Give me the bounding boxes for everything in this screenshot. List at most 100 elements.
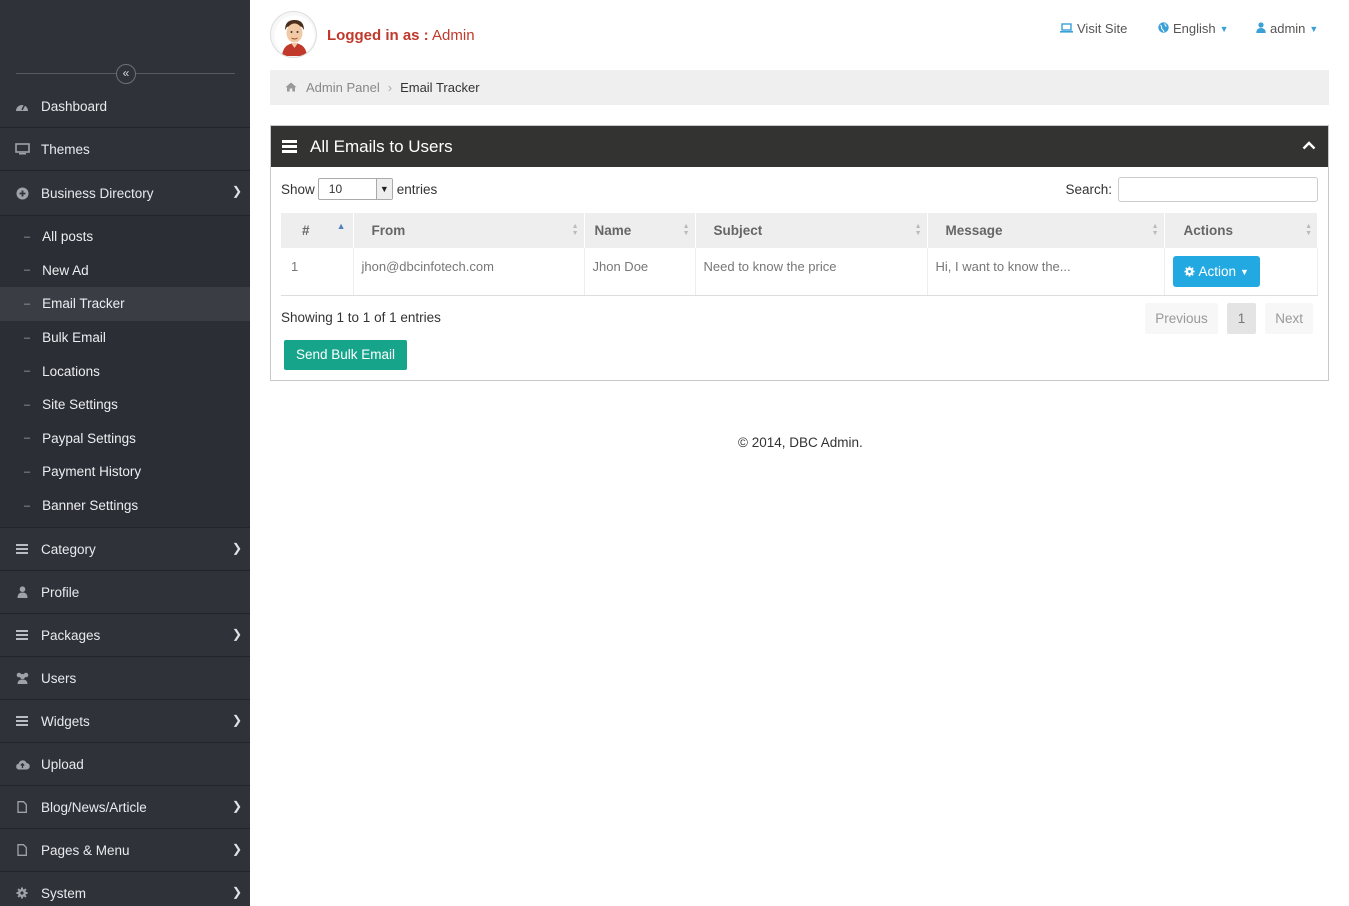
sidebar-item-widgets[interactable]: Widgets ❯ bbox=[0, 700, 250, 744]
action-dropdown-button[interactable]: Action ▼ bbox=[1172, 256, 1260, 287]
dash-icon: – bbox=[24, 331, 31, 344]
dash-icon: – bbox=[24, 465, 31, 478]
sidebar-item-upload[interactable]: Upload bbox=[0, 743, 250, 787]
submenu-label: Paypal Settings bbox=[42, 430, 136, 446]
search-label: Search: bbox=[1065, 182, 1112, 197]
column-label: Name bbox=[594, 223, 632, 238]
sidebar-item-category[interactable]: Category ❯ bbox=[0, 528, 250, 572]
cell-message: Hi, I want to know the... bbox=[927, 248, 1165, 296]
column-header-from[interactable]: From ▲ ▼ bbox=[353, 213, 585, 248]
breadcrumb-admin-panel[interactable]: Admin Panel bbox=[306, 80, 380, 95]
submenu-item-email-tracker[interactable]: – Email Tracker bbox=[0, 287, 250, 321]
dash-icon: – bbox=[24, 432, 31, 445]
emails-panel: All Emails to Users Show 10 ▼ entries Se… bbox=[270, 125, 1329, 381]
sidebar-item-users[interactable]: Users bbox=[0, 657, 250, 701]
language-label: English bbox=[1173, 21, 1216, 36]
cell-from: jhon@dbcinfotech.com bbox=[353, 248, 585, 296]
submenu-label: Email Tracker bbox=[42, 296, 125, 312]
sort-icon: ▲ ▼ bbox=[682, 223, 690, 237]
submenu-item-new-ad[interactable]: – New Ad bbox=[0, 254, 250, 288]
column-label: Message bbox=[945, 223, 1003, 238]
table-row: 1 jhon@dbcinfotech.com Jhon Doe Need to … bbox=[281, 248, 1318, 296]
sidebar-item-blog[interactable]: Blog/News/Article ❯ bbox=[0, 786, 250, 830]
cell-actions: Action ▼ bbox=[1164, 248, 1318, 296]
globe-icon bbox=[1158, 21, 1169, 36]
collapse-sidebar-icon[interactable]: « bbox=[116, 64, 136, 84]
column-label: Subject bbox=[713, 223, 763, 238]
column-label: # bbox=[302, 223, 310, 238]
sidebar-item-profile[interactable]: Profile bbox=[0, 571, 250, 615]
caret-down-icon: ▼ bbox=[1219, 23, 1229, 34]
entries-label: entries bbox=[396, 181, 438, 197]
gear-icon bbox=[14, 886, 30, 900]
sidebar-item-label: Business Directory bbox=[41, 185, 154, 201]
submenu-item-payment-history[interactable]: – Payment History bbox=[0, 455, 250, 489]
column-header-message[interactable]: Message ▲ ▼ bbox=[927, 213, 1165, 248]
visit-site-label: Visit Site bbox=[1077, 21, 1128, 36]
sidebar-item-label: System bbox=[41, 885, 87, 901]
select-arrow-icon: ▼ bbox=[375, 179, 392, 199]
logged-in-label: Logged in as : bbox=[327, 27, 429, 44]
breadcrumb-current: Email Tracker bbox=[400, 80, 480, 95]
submenu-item-paypal-settings[interactable]: – Paypal Settings bbox=[0, 422, 250, 456]
dash-icon: – bbox=[24, 297, 31, 310]
dash-icon: – bbox=[24, 264, 31, 277]
page-size-select[interactable]: 10 ▼ bbox=[317, 178, 393, 200]
column-header-number[interactable]: # ▲ bbox=[281, 213, 354, 248]
cell-number: 1 bbox=[281, 248, 354, 296]
dash-icon: – bbox=[24, 230, 31, 243]
chevron-right-icon: ❯ bbox=[231, 541, 242, 556]
submenu-label: All posts bbox=[42, 229, 94, 245]
search-input[interactable] bbox=[1118, 177, 1318, 202]
chevron-right-icon: ❯ bbox=[231, 184, 242, 198]
sidebar-item-dashboard[interactable]: Dashboard bbox=[0, 85, 250, 128]
submenu-item-banner-settings[interactable]: – Banner Settings bbox=[0, 489, 250, 523]
visit-site-link[interactable]: Visit Site bbox=[1060, 21, 1127, 36]
sidebar-item-business-directory[interactable]: Business Directory ❯ bbox=[0, 171, 250, 216]
sidebar-item-themes[interactable]: Themes bbox=[0, 128, 250, 171]
language-dropdown[interactable]: English ▼ bbox=[1158, 21, 1229, 36]
footer-copyright: © 2014, DBC Admin. bbox=[738, 435, 863, 450]
sidebar-item-label: Upload bbox=[41, 756, 84, 772]
account-dropdown[interactable]: admin ▼ bbox=[1256, 21, 1318, 36]
sidebar-item-system[interactable]: System ❯ bbox=[0, 872, 250, 906]
cloud-upload-icon bbox=[14, 757, 30, 771]
chevron-right-icon: ❯ bbox=[231, 842, 242, 857]
page-1-button[interactable]: 1 bbox=[1226, 303, 1257, 334]
submenu-item-all-posts[interactable]: – All posts bbox=[0, 220, 250, 254]
send-bulk-email-button[interactable]: Send Bulk Email bbox=[284, 340, 408, 370]
file-icon bbox=[14, 800, 30, 814]
dash-icon: – bbox=[24, 398, 31, 411]
submenu-label: Site Settings bbox=[42, 397, 118, 413]
sidebar-item-pages-menu[interactable]: Pages & Menu ❯ bbox=[0, 829, 250, 873]
plus-circle-icon bbox=[14, 186, 30, 200]
submenu-item-bulk-email[interactable]: – Bulk Email bbox=[0, 321, 250, 355]
dash-icon: – bbox=[24, 499, 31, 512]
submenu-item-site-settings[interactable]: – Site Settings bbox=[0, 388, 250, 422]
sort-icon: ▲ ▼ bbox=[571, 223, 579, 237]
next-page-button[interactable]: Next bbox=[1265, 303, 1313, 334]
sidebar-item-label: Packages bbox=[41, 627, 101, 643]
chevron-up-icon[interactable] bbox=[1302, 137, 1316, 153]
column-header-name[interactable]: Name ▲ ▼ bbox=[584, 213, 696, 248]
submenu-item-locations[interactable]: – Locations bbox=[0, 354, 250, 388]
logged-in-user: Admin bbox=[432, 27, 475, 44]
list-icon bbox=[14, 714, 30, 728]
sidebar-item-label: Users bbox=[41, 670, 77, 686]
sidebar-item-packages[interactable]: Packages ❯ bbox=[0, 614, 250, 658]
column-header-subject[interactable]: Subject ▲ ▼ bbox=[695, 213, 928, 248]
sidebar: « Dashboard Themes Business Directory ❯ … bbox=[0, 0, 250, 906]
sidebar-item-label: Profile bbox=[41, 584, 80, 600]
sidebar-item-label: Blog/News/Article bbox=[41, 799, 147, 815]
file-icon bbox=[14, 843, 30, 857]
home-icon[interactable] bbox=[285, 81, 297, 95]
pagination: Previous 1 Next bbox=[1136, 303, 1313, 334]
panel-title: All Emails to Users bbox=[310, 136, 453, 156]
previous-page-button[interactable]: Previous bbox=[1145, 303, 1218, 334]
chevron-right-icon: › bbox=[387, 80, 393, 95]
column-header-actions[interactable]: Actions ▲ ▼ bbox=[1164, 213, 1318, 248]
column-label: Actions bbox=[1183, 223, 1234, 238]
account-label: admin bbox=[1270, 21, 1306, 36]
panel-header: All Emails to Users bbox=[271, 126, 1328, 167]
action-label: Action bbox=[1198, 264, 1237, 279]
